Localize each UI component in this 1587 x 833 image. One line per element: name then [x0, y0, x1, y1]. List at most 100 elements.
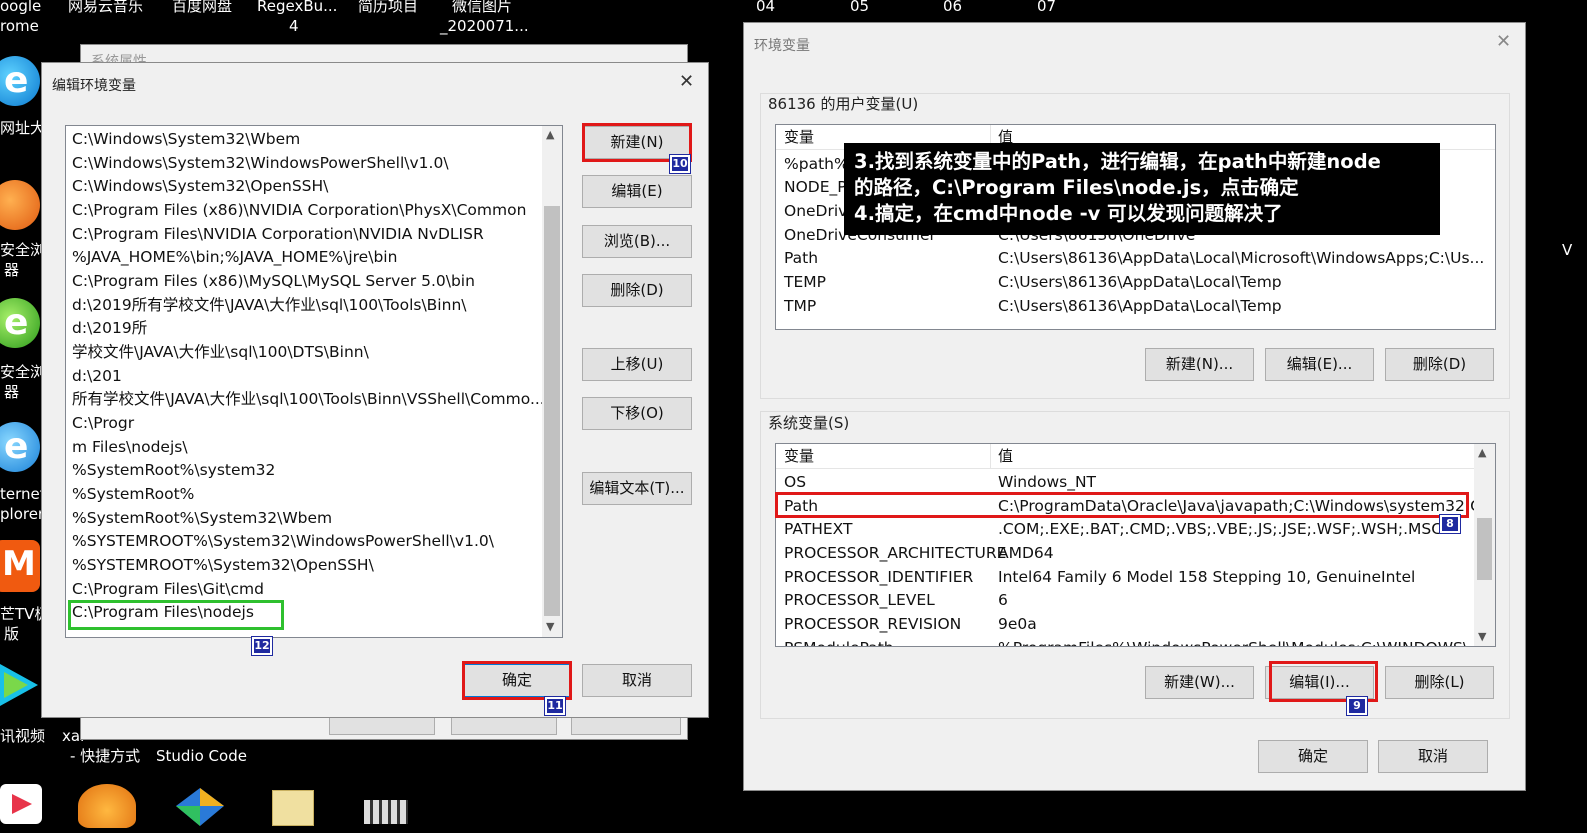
var-name: NODE_P	[784, 178, 847, 196]
edit-button[interactable]: 编辑(E)	[582, 175, 692, 208]
instruction-annotation: 3.找到系统变量中的Path，进行编辑，在path中新建node 的路径，C:\…	[844, 143, 1440, 235]
path-item[interactable]: C:\Program Files\NVIDIA Corporation\NVID…	[72, 223, 484, 245]
path-list[interactable]: C:\Windows\System32\Wbem C:\Windows\Syst…	[65, 125, 563, 638]
mango-tv-icon[interactable]: M	[0, 540, 40, 592]
col-header-var[interactable]: 变量	[784, 125, 814, 150]
path-item[interactable]: C:\Windows\System32\Wbem	[72, 128, 300, 150]
path-item[interactable]: %SYSTEMROOT%\System32\OpenSSH\	[72, 554, 374, 576]
path-item[interactable]: %SystemRoot%	[72, 483, 194, 505]
var-name: PROCESSOR_REVISION	[784, 615, 962, 633]
browse-button[interactable]: 浏览(B)...	[582, 225, 692, 258]
scrollbar[interactable]: ▲ ▼	[542, 126, 562, 637]
var-name: TEMP	[784, 273, 826, 291]
desktop-label: plorer	[0, 505, 45, 523]
app-icon[interactable]	[0, 784, 42, 824]
scroll-thumb[interactable]	[544, 206, 560, 616]
path-item[interactable]: C:\Progr	[72, 412, 134, 434]
step-badge: 11	[544, 696, 566, 716]
path-item[interactable]: d:\201	[72, 365, 122, 387]
var-value: C:\Users\86136\AppData\Local\Temp	[998, 273, 1282, 291]
var-name: PROCESSOR_LEVEL	[784, 591, 935, 609]
scroll-thumb[interactable]	[1477, 518, 1492, 580]
path-item[interactable]: %SYSTEMROOT%\System32\WindowsPowerShell\…	[72, 530, 494, 552]
delete-button[interactable]: 删除(D)	[582, 274, 692, 307]
step-badge: 8	[1439, 514, 1461, 534]
close-icon[interactable]: ✕	[679, 71, 694, 92]
user-edit-button[interactable]: 编辑(E)...	[1265, 348, 1374, 381]
path-item[interactable]: %SystemRoot%\System32\Wbem	[72, 507, 332, 529]
ie-icon[interactable]: e	[0, 422, 40, 472]
move-down-button[interactable]: 下移(O)	[582, 397, 692, 430]
var-value: Windows_NT	[998, 473, 1097, 491]
user-delete-button[interactable]: 删除(D)	[1385, 348, 1494, 381]
path-item[interactable]: m Files\nodejs\	[72, 436, 188, 458]
desktop-label: 04	[756, 0, 776, 15]
annotation-line: 3.找到系统变量中的Path，进行编辑，在path中新建node	[854, 150, 1381, 173]
user-new-button[interactable]: 新建(N)...	[1145, 348, 1254, 381]
path-item[interactable]: C:\Windows\System32\WindowsPowerShell\v1…	[72, 152, 449, 174]
annotation-line: 的路径，C:\Program Files\node.js，点击确定	[854, 176, 1299, 199]
desktop-label: rome	[0, 17, 39, 35]
var-value: Intel64 Family 6 Model 158 Stepping 10, …	[998, 568, 1416, 586]
desktop-label: Studio Code	[156, 747, 247, 765]
system-delete-button[interactable]: 删除(L)	[1385, 666, 1494, 699]
close-icon[interactable]: ✕	[1496, 31, 1511, 52]
desktop-label: 安全浏	[0, 363, 46, 381]
desktop-label: 安全浏	[0, 241, 46, 259]
desktop-label: ternet	[0, 485, 46, 503]
ie-icon[interactable]: e	[0, 56, 40, 106]
raccoon-icon[interactable]	[78, 784, 136, 828]
edit-env-var-dialog: 编辑环境变量 ✕ C:\Windows\System32\Wbem C:\Win…	[41, 62, 709, 718]
var-value: 9e0a	[998, 615, 1037, 633]
desktop-label: 07	[1037, 0, 1057, 15]
cancel-button[interactable]: 取消	[582, 664, 692, 697]
desktop-label: - 快捷方式	[70, 747, 141, 765]
path-item[interactable]: C:\Program Files (x86)\NVIDIA Corporatio…	[72, 199, 526, 221]
group-title: 系统变量(S)	[768, 414, 850, 432]
move-up-button[interactable]: 上移(U)	[582, 348, 692, 381]
group-title: 86136 的用户变量(U)	[768, 95, 919, 113]
var-name: PROCESSOR_IDENTIFIER	[784, 568, 974, 586]
var-value: AMD64	[998, 544, 1054, 562]
path-item[interactable]: C:\Windows\System32\OpenSSH\	[72, 175, 328, 197]
path-item[interactable]: 学校文件\JAVA\大作业\sql\100\DTS\Binn\	[72, 341, 369, 363]
path-item[interactable]: %SystemRoot%\system32	[72, 459, 275, 481]
system-vars-table[interactable]: 变量 值 OS Windows_NT Path C:\ProgramData\Ora…	[775, 443, 1496, 647]
video-icon[interactable]	[0, 660, 42, 710]
scrollbar[interactable]: ▲ ▼	[1474, 444, 1495, 646]
col-header-var[interactable]: 变量	[784, 444, 814, 469]
env-vars-dialog: 环境变量 ✕ 86136 的用户变量(U) 变量 值 %path% NODE_P…	[743, 22, 1526, 791]
var-value: .COM;.EXE;.BAT;.CMD;.VBS;.VBE;.JS;.JSE;.…	[998, 520, 1443, 538]
path-item[interactable]: C:\Program Files\Git\cmd	[72, 578, 264, 600]
chevron-up-icon[interactable]: ▲	[546, 128, 554, 141]
desktop-label: 讯视频	[0, 727, 46, 745]
cancel-button[interactable]: 取消	[1378, 740, 1488, 773]
desktop-label: 网址大	[0, 119, 46, 137]
browser-icon[interactable]: e	[0, 298, 40, 348]
new-path-highlight	[68, 600, 284, 630]
path-item[interactable]: 所有学校文件\JAVA\大作业\sql\100\Tools\Binn\VSShe…	[72, 388, 545, 410]
var-value: C:\Users\86136\AppData\Local\Temp	[998, 297, 1282, 315]
desktop-label: RegexBu...	[257, 0, 338, 15]
path-item[interactable]: d:\2019所有学校文件\JAVA\大作业\sql\100\Tools\Bin…	[72, 294, 467, 316]
chevron-down-icon[interactable]: ▼	[546, 620, 554, 633]
edit-text-button[interactable]: 编辑文本(T)...	[582, 472, 692, 505]
grid-icon[interactable]	[364, 800, 408, 824]
chevron-up-icon[interactable]: ▲	[1478, 446, 1486, 459]
desktop-label: 4	[289, 17, 299, 35]
browser-icon[interactable]	[0, 180, 40, 230]
desktop-label: 百度网盘	[172, 0, 233, 15]
desktop-label: 器	[4, 383, 20, 401]
path-item[interactable]: d:\2019所	[72, 317, 147, 339]
path-item[interactable]: C:\Program Files (x86)\MySQL\MySQL Serve…	[72, 270, 475, 292]
chevron-down-icon[interactable]: ▼	[1478, 630, 1486, 643]
ok-button[interactable]: 确定	[1258, 740, 1368, 773]
dialog-title: 编辑环境变量	[52, 78, 136, 94]
dialog-title: 环境变量	[754, 38, 810, 54]
folder-icon[interactable]	[272, 790, 314, 826]
system-new-button[interactable]: 新建(W)...	[1145, 666, 1254, 699]
col-header-val[interactable]: 值	[998, 444, 1013, 469]
var-name: TMP	[784, 297, 817, 315]
path-item[interactable]: %JAVA_HOME%\bin;%JAVA_HOME%\jre\bin	[72, 246, 397, 268]
app-icon[interactable]	[172, 786, 228, 828]
